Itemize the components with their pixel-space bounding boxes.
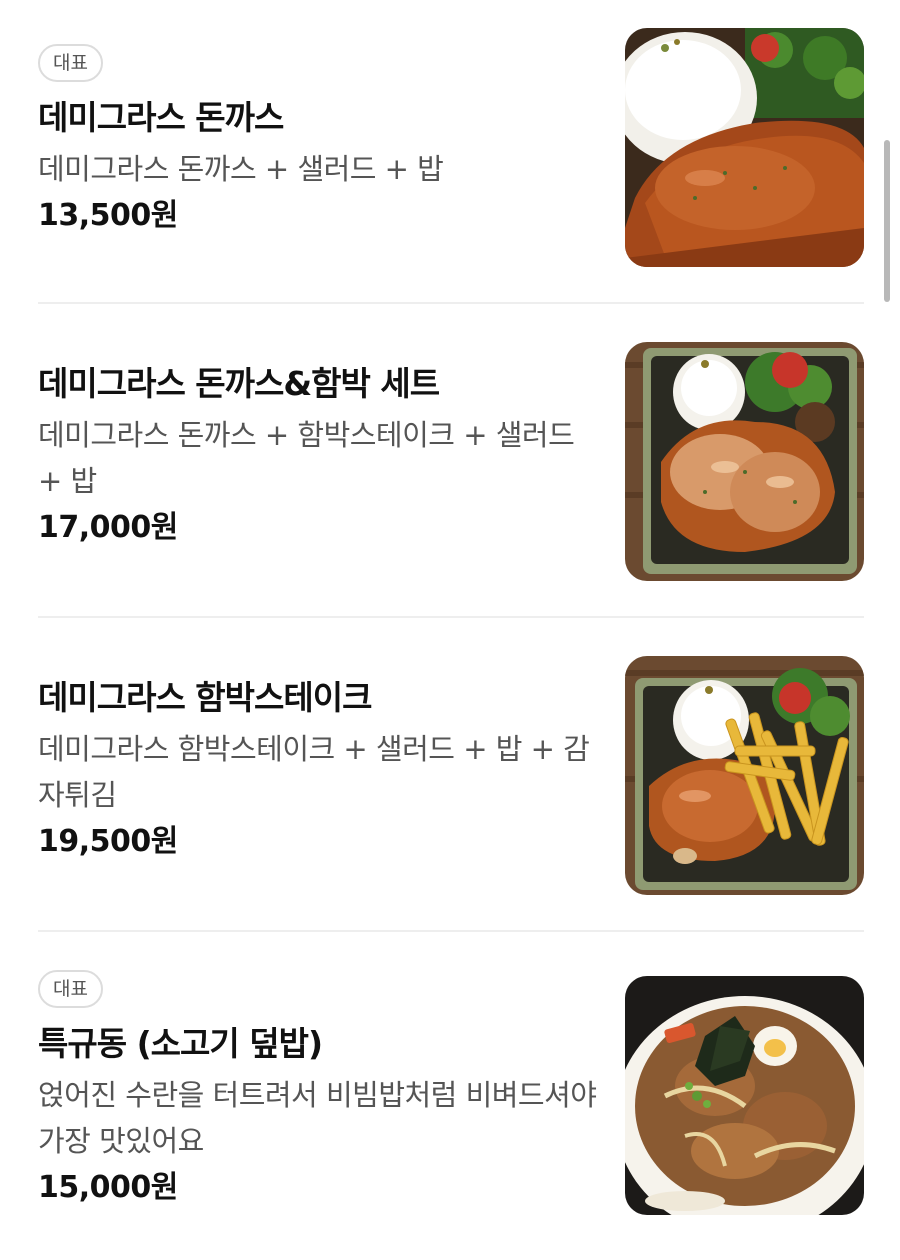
menu-item-description: 데미그라스 돈까스 + 함박스테이크 + 샐러드 + 밥 [38, 418, 575, 498]
menu-item[interactable]: 대표 특규동 (소고기 덮밥) 얹어진 수란을 터트려서 비빔밥처럼 비벼드셔야… [38, 970, 864, 1220]
menu-item-info: 데미그라스 함박스테이크 데미그라스 함박스테이크 + 샐러드 + 밥 + 감자… [38, 676, 598, 862]
scrollbar[interactable] [884, 140, 890, 302]
signature-badge: 대표 [38, 970, 103, 1008]
divider [38, 302, 864, 304]
menu-item-photo[interactable] [625, 656, 864, 895]
menu-item[interactable]: 대표 데미그라스 돈까스 데미그라스 돈까스 + 샐러드 + 밥 13,500원 [38, 28, 864, 268]
menu-item-photo[interactable] [625, 976, 864, 1215]
menu-item-price: 17,000원 [38, 510, 178, 545]
menu-item-name: 데미그라스 돈까스 [38, 98, 284, 137]
menu-item-name: 특규동 (소고기 덮밥) [38, 1024, 323, 1063]
divider [38, 616, 864, 618]
menu-item-name: 데미그라스 돈까스&함박 세트 [38, 364, 440, 403]
menu-item-price: 15,000원 [38, 1170, 178, 1205]
menu-item-price: 13,500원 [38, 198, 178, 233]
menu-item-name: 데미그라스 함박스테이크 [38, 678, 372, 717]
menu-item-description: 데미그라스 돈까스 + 샐러드 + 밥 [38, 152, 444, 186]
menu-item-info: 대표 특규동 (소고기 덮밥) 얹어진 수란을 터트려서 비빔밥처럼 비벼드셔야… [38, 970, 598, 1208]
menu-item-info: 대표 데미그라스 돈까스 데미그라스 돈까스 + 샐러드 + 밥 13,500원 [38, 44, 598, 236]
hamburg-steak-fries-photo [625, 656, 864, 895]
menu-item-description: 얹어진 수란을 터트려서 비빔밥처럼 비벼드셔야 가장 맛있어요 [38, 1078, 597, 1158]
signature-badge: 대표 [38, 44, 103, 82]
menu-item-photo[interactable] [625, 28, 864, 267]
tonkatsu-hamburg-set-photo [625, 342, 864, 581]
menu-item-info: 데미그라스 돈까스&함박 세트 데미그라스 돈까스 + 함박스테이크 + 샐러드… [38, 362, 598, 548]
menu-item-photo[interactable] [625, 342, 864, 581]
menu-item[interactable]: 데미그라스 함박스테이크 데미그라스 함박스테이크 + 샐러드 + 밥 + 감자… [38, 656, 864, 896]
menu-item[interactable]: 데미그라스 돈까스&함박 세트 데미그라스 돈까스 + 함박스테이크 + 샐러드… [38, 342, 864, 582]
menu-item-description: 데미그라스 함박스테이크 + 샐러드 + 밥 + 감자튀김 [38, 732, 590, 812]
gyudon-beef-bowl-photo [625, 976, 864, 1215]
divider [38, 930, 864, 932]
menu-item-price: 19,500원 [38, 824, 178, 859]
demi-glace-tonkatsu-photo [625, 28, 864, 267]
menu-list: 대표 데미그라스 돈까스 데미그라스 돈까스 + 샐러드 + 밥 13,500원 [0, 0, 900, 1260]
